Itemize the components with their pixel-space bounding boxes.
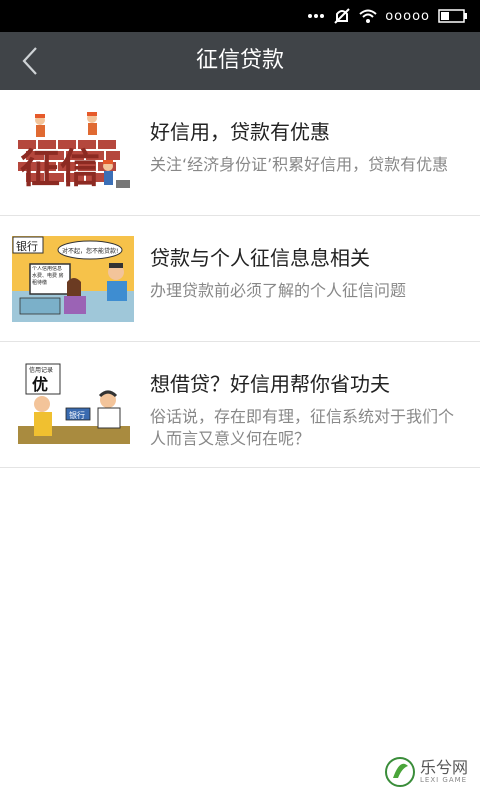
signal-dots: ooooo [385,8,430,24]
thumb-bank-sign: 银行 [16,239,38,253]
thumb-screen-text: 个人信用信息 水费、电费 房租待缴 [32,266,64,286]
thumb-text: 优 [32,375,48,394]
status-icons: ooooo [307,6,468,26]
page-title: 征信贷款 [195,48,284,73]
status-bar: ooooo [0,0,480,32]
watermark-text: 乐兮网 [420,758,469,777]
thumb-card-label: 信用记录 [29,366,53,374]
thumb-bubble: 对不起，您不能贷款! [62,247,118,255]
list-item[interactable]: 信用记录 优 银行 想借贷？好信用帮你省功夫 俗话说，存在即有理，征信系统对于我… [0,342,480,468]
battery-icon [438,9,468,23]
thumb-bank-label: 银行 [69,410,85,420]
thumbnail-bank-counter: 银行 对不起，您不能贷款! 个人信用信息 水费、电费 房租待缴 [12,236,134,322]
item-title: 好信用，贷款有优惠 [150,120,330,144]
app-bar: 征信贷款 [0,32,480,90]
thumb-text: 征信 [20,146,100,192]
thumbnail-bank-loan: 信用记录 优 银行 [12,362,134,448]
item-title: 贷款与个人征信息息相关 [150,246,370,270]
list-item[interactable]: 银行 对不起，您不能贷款! 个人信用信息 水费、电费 房租待缴 贷款与个人征信息… [0,216,480,342]
watermark-logo: 乐兮网 LEXI GAME [384,752,474,792]
item-description: 办理贷款前必须了解的个人征信问题 [150,281,407,300]
watermark-subtext: LEXI GAME [420,776,468,784]
thumbnail-credit-wall: 征信 [12,110,134,196]
mute-icon [333,7,351,25]
wifi-icon [359,8,377,24]
item-description: 关注‘经济身份证’积累好信用，贷款有优惠 [150,155,449,174]
list-item[interactable]: 征信 好信用，贷款有优惠 关注‘经济身份证’积累好信用，贷款有优惠 [0,90,480,216]
item-title: 想借贷？好信用帮你省功夫 [150,372,390,396]
item-description: 俗话说，存在即有理，征信系统对于我们个人而言又意义何在呢？ [150,407,455,448]
overflow-dots-icon [307,13,325,19]
article-list: 征信 好信用，贷款有优惠 关注‘经济身份证’积累好信用，贷款有优惠 银行 对不起… [0,90,480,468]
